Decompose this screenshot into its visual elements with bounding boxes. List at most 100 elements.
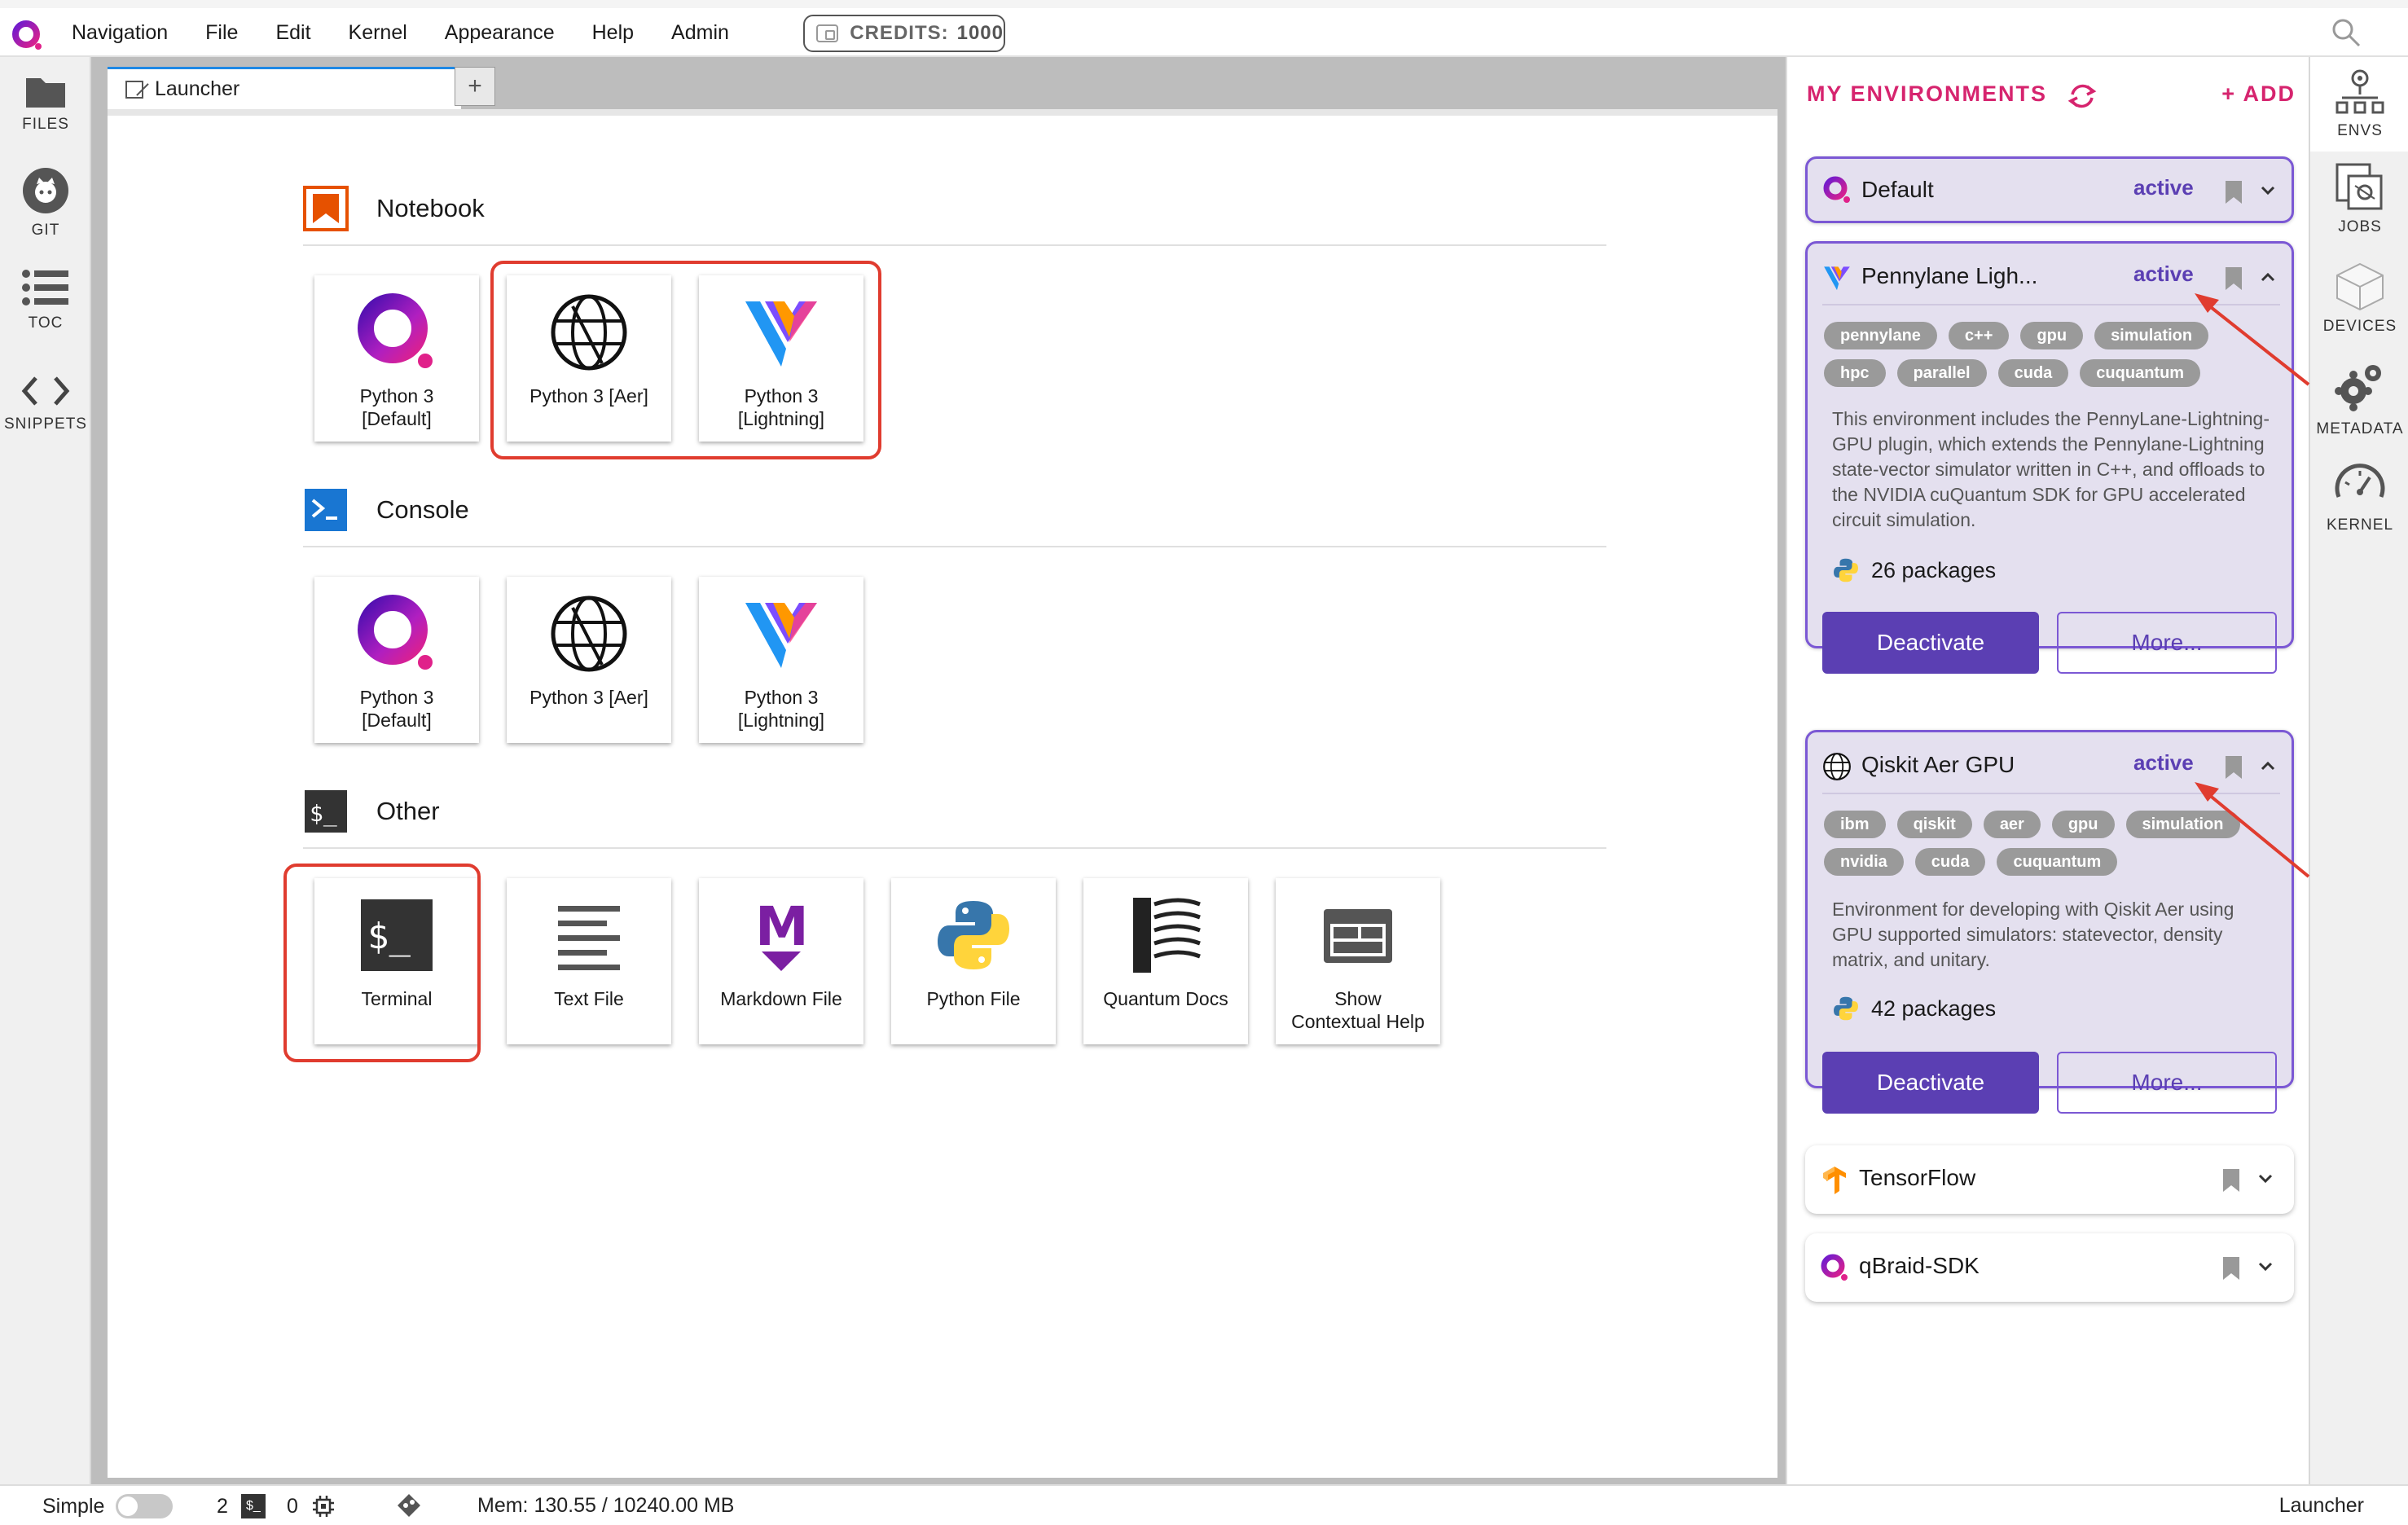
credits-value: 1000	[956, 22, 1004, 44]
launcher-panel: Notebook Python 3 [Default] Python 3 [Ae…	[108, 109, 1777, 1478]
menu-kernel[interactable]: Kernel	[349, 21, 407, 45]
env-card-tensorflow[interactable]: TensorFlow	[1805, 1145, 2294, 1214]
add-tab-button[interactable]: +	[455, 67, 495, 106]
sidebar-item-snippets[interactable]: SNIPPETS	[0, 373, 91, 433]
add-environment-button[interactable]: + ADD	[2221, 81, 2296, 107]
sidebar-item-jobs[interactable]: JOBS	[2310, 161, 2408, 236]
env-tag[interactable]: cuquantum	[2080, 359, 2201, 387]
menu-admin[interactable]: Admin	[671, 21, 729, 45]
other-section-header: $_ Other	[303, 787, 440, 836]
more-button[interactable]: More...	[2057, 1052, 2277, 1114]
deactivate-button[interactable]: Deactivate	[1822, 612, 2039, 674]
python-file-card[interactable]: Python File	[891, 878, 1056, 1044]
search-icon[interactable]	[2330, 16, 2362, 49]
env-tag[interactable]: cuda	[1997, 359, 2069, 387]
sidebar-item-files[interactable]: FILES	[0, 73, 91, 134]
env-tag[interactable]: c++	[1948, 322, 2010, 349]
env-tag[interactable]: gpu	[2051, 811, 2115, 838]
env-tag[interactable]: parallel	[1896, 359, 1987, 387]
env-card-header[interactable]: Pennylane Ligh... active	[1808, 244, 2292, 309]
notebook-icon	[303, 186, 349, 231]
toggle-switch[interactable]	[116, 1494, 174, 1518]
terminal-icon: $_	[240, 1494, 266, 1518]
simple-mode-label: Simple	[42, 1494, 105, 1518]
console-python3-lightning-card[interactable]: Python 3 [Lightning]	[699, 577, 863, 743]
running-kernels[interactable]: 0	[287, 1494, 336, 1518]
git-branch-icon[interactable]	[396, 1492, 422, 1518]
jobs-icon	[2335, 163, 2383, 210]
env-tag[interactable]: simulation	[2125, 811, 2240, 838]
more-button[interactable]: More...	[2057, 612, 2277, 674]
env-tag[interactable]: nvidia	[1824, 848, 1904, 876]
chevron-up-icon[interactable]	[2257, 266, 2278, 288]
other-section-title: Other	[376, 797, 440, 825]
menu-navigation[interactable]: Navigation	[72, 21, 168, 45]
launcher-tab-icon	[125, 80, 143, 99]
tensorflow-icon	[1823, 1167, 1846, 1194]
bookmark-icon[interactable]	[2225, 755, 2243, 780]
chevron-up-icon[interactable]	[2257, 755, 2278, 776]
sidebar-item-envs[interactable]: ENVS	[2310, 57, 2408, 152]
bookmark-icon[interactable]	[2225, 180, 2243, 204]
chevron-down-icon[interactable]	[2257, 180, 2278, 201]
menu-appearance[interactable]: Appearance	[445, 21, 555, 45]
env-panel-header: MY ENVIRONMENTS + ADD	[1807, 81, 2296, 114]
quantum-docs-card[interactable]: Quantum Docs	[1083, 878, 1248, 1044]
markdown-file-card[interactable]: M Markdown File	[699, 878, 863, 1044]
sidebar-item-git[interactable]: GIT	[0, 166, 91, 240]
env-packages[interactable]: 42 packages	[1832, 995, 1996, 1022]
env-description: This environment includes the PennyLane-…	[1832, 408, 2270, 530]
notebook-section-header: Notebook	[303, 184, 485, 233]
env-tag[interactable]: gpu	[2020, 322, 2084, 349]
memory-usage: Mem: 130.55 / 10240.00 MB	[477, 1494, 734, 1518]
section-divider	[303, 244, 1606, 246]
sidebar-item-devices[interactable]: DEVICES	[2310, 261, 2408, 336]
console-python3-aer-card[interactable]: Python 3 [Aer]	[507, 577, 671, 743]
simple-mode-toggle[interactable]: Simple	[42, 1494, 174, 1518]
env-tag[interactable]: simulation	[2094, 322, 2209, 349]
env-tag[interactable]: aer	[1983, 811, 2041, 838]
chevron-down-icon[interactable]	[2255, 1256, 2276, 1277]
menu-help[interactable]: Help	[592, 21, 634, 45]
credits-badge[interactable]: CREDITS: 1000	[803, 15, 1005, 52]
console-python3-default-card[interactable]: Python 3 [Default]	[314, 577, 479, 743]
env-tag[interactable]: qiskit	[1896, 811, 1972, 838]
env-tag[interactable]: hpc	[1824, 359, 1886, 387]
env-tag[interactable]: pennylane	[1824, 322, 1937, 349]
env-card-qbraid-sdk[interactable]: qBraid-SDK	[1805, 1233, 2294, 1302]
bookmark-icon[interactable]	[2225, 266, 2243, 291]
env-tag[interactable]: cuda	[1914, 848, 1986, 876]
menu-edit[interactable]: Edit	[275, 21, 310, 45]
sidebar-item-label: METADATA	[2316, 420, 2404, 437]
bookmark-icon[interactable]	[2222, 1256, 2240, 1281]
sidebar-item-kernel[interactable]: KERNEL	[2310, 459, 2408, 534]
env-card-header[interactable]: Qiskit Aer GPU active	[1808, 732, 2292, 798]
chevron-down-icon[interactable]	[2255, 1168, 2276, 1189]
highlight-box	[283, 864, 481, 1062]
env-tag[interactable]: ibm	[1824, 811, 1886, 838]
menu-file[interactable]: File	[205, 21, 238, 45]
env-tag[interactable]: cuquantum	[1997, 848, 2118, 876]
qbraid-logo-icon	[1821, 1254, 1848, 1281]
deactivate-button[interactable]: Deactivate	[1822, 1052, 2039, 1114]
sidebar-item-metadata[interactable]: METADATA	[2310, 358, 2408, 438]
running-terminals[interactable]: 2 $_	[217, 1494, 266, 1518]
sidebar-item-label: SNIPPETS	[4, 415, 87, 433]
contextual-help-card[interactable]: Show Contextual Help	[1276, 878, 1440, 1044]
env-card-default[interactable]: Default active	[1805, 156, 2294, 223]
notebook-python3-default-card[interactable]: Python 3 [Default]	[314, 275, 479, 442]
git-icon	[23, 168, 68, 213]
card-label: Markdown File	[720, 988, 842, 1009]
card-label: Quantum Docs	[1103, 988, 1228, 1009]
card-label: Text File	[554, 988, 624, 1009]
text-file-card[interactable]: Text File	[507, 878, 671, 1044]
tab-launcher[interactable]: Launcher	[108, 67, 461, 109]
console-section-title: Console	[376, 495, 469, 524]
card-label: Show Contextual Help	[1291, 988, 1425, 1032]
bookmark-icon[interactable]	[2222, 1168, 2240, 1193]
env-packages[interactable]: 26 packages	[1832, 556, 1996, 584]
sidebar-item-toc[interactable]: TOC	[0, 267, 91, 332]
qbraid-logo-icon[interactable]	[11, 20, 44, 52]
left-sidebar: FILES GIT TOC SNIPPETS	[0, 57, 91, 1484]
refresh-icon[interactable]	[2066, 80, 2098, 112]
